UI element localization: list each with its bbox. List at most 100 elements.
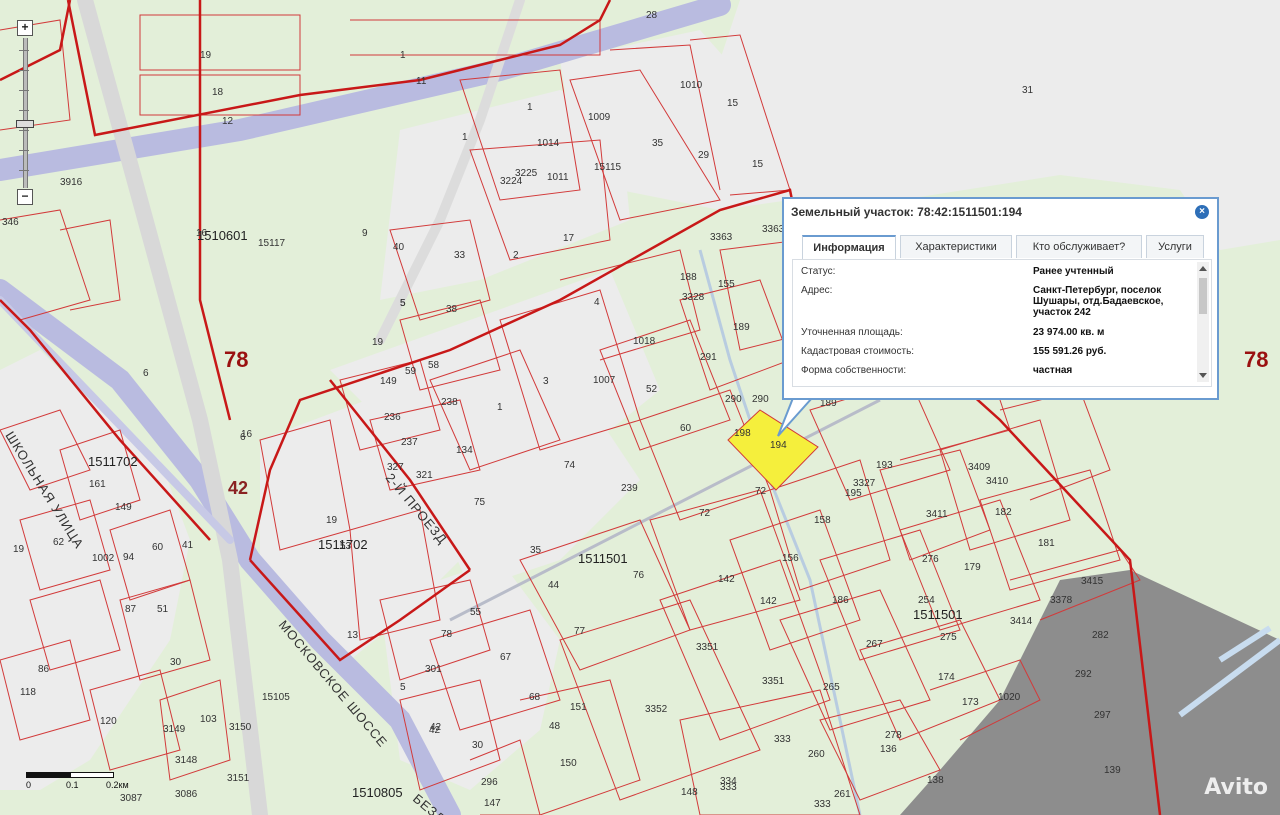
info-value: частная	[1033, 365, 1073, 376]
parcel-label: 155	[718, 279, 735, 290]
parcel-label: 193	[876, 460, 893, 471]
info-value: 23 974.00 кв. м	[1033, 327, 1105, 338]
scale-label: 0	[26, 780, 32, 790]
parcel-label: 290	[752, 394, 769, 405]
parcel-label: 301	[425, 664, 442, 675]
info-value: 155 591.26 руб.	[1033, 346, 1107, 357]
parcel-label: 72	[699, 508, 711, 519]
parcel-label: 42	[429, 725, 441, 736]
parcel-label: 77	[574, 626, 586, 637]
parcel-label: 30	[472, 740, 484, 751]
parcel-label: 44	[548, 580, 560, 591]
info-value: Ранее учтенный	[1033, 266, 1114, 277]
parcel-label: 3151	[227, 773, 250, 784]
parcel-label: 334	[720, 776, 737, 787]
parcel-label: 60	[152, 542, 164, 553]
parcel-label: 1014	[537, 138, 560, 149]
info-value: Санкт-Петербург, поселок Шушары, отд.Бад…	[1033, 285, 1164, 318]
scroll-up-icon[interactable]	[1199, 266, 1207, 271]
parcel-label: 19	[372, 337, 384, 348]
parcel-label: 3415	[1081, 576, 1104, 587]
close-icon[interactable]: ×	[1195, 205, 1209, 219]
parcel-label: 1007	[593, 375, 616, 386]
info-key: Уточненная площадь:	[801, 327, 903, 338]
parcel-label: 150	[560, 758, 577, 769]
info-key: Статус:	[801, 266, 836, 277]
parcel-label: 198	[734, 428, 751, 439]
zoom-out-button[interactable]: −	[17, 189, 33, 205]
parcel-label: 16	[241, 429, 253, 440]
zoom-tick	[19, 90, 29, 91]
parcel-label: 3414	[1010, 616, 1033, 627]
zoom-tick	[19, 50, 29, 51]
parcel-label: 156	[782, 553, 799, 564]
parcel-label: 19	[326, 515, 338, 526]
popup-info-panel: Статус: Ранее учтенный Адрес: Санкт-Пете…	[792, 259, 1212, 387]
parcel-label: 148	[681, 787, 698, 798]
zoom-in-button[interactable]: +	[17, 20, 33, 36]
parcel-label: 78	[441, 629, 453, 640]
scale-label: 0.1	[66, 780, 79, 790]
zoom-tick	[19, 170, 29, 171]
parcel-label: 72	[755, 486, 767, 497]
parcel-label: 296	[481, 777, 498, 788]
parcel-label: 1010	[680, 80, 703, 91]
parcel-label: 3	[543, 376, 549, 387]
info-key: Форма собственности:	[801, 365, 907, 376]
parcel-label: 1	[497, 402, 503, 413]
parcel-label: 35	[530, 545, 542, 556]
zoom-tick	[19, 110, 29, 111]
parcel-label: 62	[53, 537, 65, 548]
cadastral-quarter-label: 1511501	[578, 551, 628, 566]
parcel-label: 3150	[229, 722, 252, 733]
parcel-label: 174	[938, 672, 955, 683]
parcel-label: 261	[834, 789, 851, 800]
parcel-label: 51	[157, 604, 169, 615]
parcel-label: 19	[200, 50, 212, 61]
parcel-label: 149	[380, 376, 397, 387]
parcel-label: 118	[20, 687, 36, 698]
parcel-label: 195	[845, 488, 862, 499]
parcel-label: 134	[456, 445, 473, 456]
cadastral-quarter-label: 1510803	[0, 0, 51, 3]
parcel-label: 189	[733, 322, 750, 333]
parcel-label: 1020	[998, 692, 1021, 703]
parcel-label: 75	[474, 497, 486, 508]
scale-segment	[26, 772, 70, 778]
parcel-label: 35	[652, 138, 664, 149]
scroll-down-icon[interactable]	[1199, 373, 1207, 378]
zoom-slider-handle[interactable]	[16, 120, 34, 128]
parcel-label: 41	[182, 540, 194, 551]
scroll-thumb[interactable]	[1199, 278, 1207, 314]
parcel-label: 74	[564, 460, 576, 471]
parcel-label: 142	[718, 574, 735, 585]
parcel-label: 29	[698, 150, 710, 161]
parcel-label: 194	[770, 440, 787, 451]
cadastral-quarter-label: 1511501	[913, 607, 963, 622]
parcel-label: 19	[13, 544, 25, 555]
parcel-label: 136	[880, 744, 897, 755]
parcel-label: 67	[500, 652, 512, 663]
zoom-tick	[19, 150, 29, 151]
parcel-label: 2	[513, 250, 519, 261]
zoom-track[interactable]	[23, 38, 28, 188]
tab-information[interactable]: Информация	[802, 235, 896, 260]
tab-who-serves[interactable]: Кто обслуживает?	[1016, 235, 1142, 258]
parcel-label: 15115	[594, 162, 622, 173]
parcel-label: 1011	[547, 172, 569, 183]
parcel-label: 13	[347, 630, 359, 641]
cadastral-map[interactable]: 1918111122811009101015352915311014101115…	[0, 0, 1280, 815]
parcel-label: 3411	[926, 509, 948, 520]
parcel-label: 158	[814, 515, 831, 526]
parcel-label: 260	[808, 749, 825, 760]
parcel-label: 161	[89, 479, 106, 490]
tab-characteristics[interactable]: Характеристики	[900, 235, 1012, 258]
parcel-label: 3224	[500, 176, 523, 187]
parcel-label: 5	[400, 682, 406, 693]
parcel-label: 173	[962, 697, 979, 708]
parcel-label: 179	[964, 562, 981, 573]
popup-scrollbar[interactable]	[1197, 262, 1209, 382]
tab-services[interactable]: Услуги	[1146, 235, 1204, 258]
parcel-label: 11	[416, 76, 427, 87]
info-key: Адрес:	[801, 285, 833, 296]
